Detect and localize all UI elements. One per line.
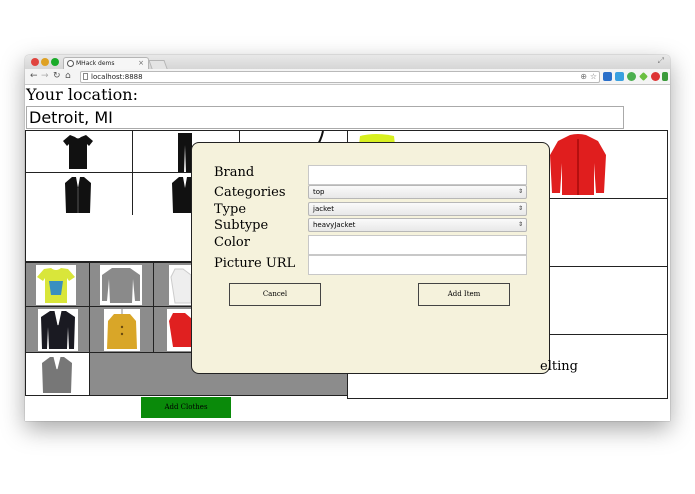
category-cell-tops[interactable] [25,130,133,173]
home-icon[interactable]: ⌂ [65,71,71,82]
picture-url-input[interactable] [308,255,527,275]
type-select[interactable]: jacket ⇕ [308,202,527,216]
favicon-icon [67,60,74,67]
minimize-window-button[interactable] [41,58,49,66]
menu-icon[interactable] [662,72,668,81]
mail-extension-icon[interactable] [603,72,612,81]
browser-tab[interactable]: MHack dems × [63,57,149,69]
gray-sweater-icon [100,265,142,305]
color-label: Color [214,235,250,250]
add-clothes-button[interactable]: Add Clothes [141,397,231,418]
location-label: Your location: [26,85,138,104]
red-parka-icon [550,134,606,195]
yellow-tshirt-icon [36,265,76,305]
type-value: jacket [313,205,334,213]
color-input[interactable] [308,235,527,255]
zoom-window-button[interactable] [51,58,59,66]
title-bar: MHack dems × ⤢ [25,55,670,69]
tab-title: MHack dems [76,60,115,67]
select-arrows-icon: ⇕ [517,221,523,228]
bookmark-star-icon[interactable]: ☆ [590,72,597,82]
fullscreen-icon[interactable]: ⤢ [658,56,664,66]
item-cell[interactable] [89,262,154,307]
item-cell[interactable] [25,262,90,307]
add-item-button[interactable]: Add Item [418,283,510,306]
brand-label: Brand [214,165,255,180]
add-item-dialog: Brand Categories top ⇕ Type jacket ⇕ Sub… [191,142,550,374]
item-cell[interactable] [25,306,90,353]
location-pin-icon[interactable]: ⊕ [580,72,587,82]
jacket-icon [65,177,91,213]
back-icon[interactable]: ← [30,71,38,82]
categories-value: top [313,188,325,196]
mustard-coat-icon [104,309,140,351]
partial-text: elting [540,359,578,374]
url-text: localhost:8888 [91,73,143,81]
browser-toolbar: ← → ↻ ⌂ localhost:8888 ⊕ ☆ [25,69,670,85]
black-blazer-icon [38,309,78,351]
page-icon [83,73,88,80]
category-cell-jackets[interactable] [25,172,133,216]
close-window-button[interactable] [31,58,39,66]
download-extension-icon[interactable] [615,72,624,81]
location-input[interactable]: Detroit, MI [26,106,624,129]
categories-label: Categories [214,185,286,200]
subtype-label: Subtype [214,218,269,233]
categories-select[interactable]: top ⇕ [308,185,527,199]
item-cell[interactable] [153,262,193,307]
red-jacket-icon [167,309,192,351]
address-bar[interactable]: localhost:8888 ⊕ ☆ [80,71,600,83]
item-cell[interactable] [153,306,193,353]
cancel-button[interactable]: Cancel [229,283,321,306]
subtype-value: heavyJacket [313,221,356,229]
gray-blazer-icon [42,356,72,393]
item-cell[interactable] [25,352,90,396]
reload-icon[interactable]: ↻ [53,71,61,82]
item-cell[interactable] [89,306,154,353]
picture-url-label: Picture URL [214,256,296,271]
white-shirt-icon [169,265,192,305]
tab-close-icon[interactable]: × [138,58,144,69]
subtype-select[interactable]: heavyJacket ⇕ [308,218,527,232]
type-label: Type [214,202,247,217]
forward-icon[interactable]: → [41,71,49,82]
new-tab-button[interactable] [148,60,168,69]
select-arrows-icon: ⇕ [517,188,523,195]
page-viewport: Your location: Detroit, MI Add Clothes B… [25,85,670,421]
stop-extension-icon[interactable] [651,72,660,81]
browser-window: MHack dems × ⤢ ← → ↻ ⌂ localhost:8888 ⊕ … [25,55,670,421]
brand-input[interactable] [308,165,527,185]
check-extension-icon[interactable] [627,72,636,81]
diamond-extension-icon[interactable] [639,72,648,81]
top-icon [63,135,93,169]
select-arrows-icon: ⇕ [517,205,523,212]
